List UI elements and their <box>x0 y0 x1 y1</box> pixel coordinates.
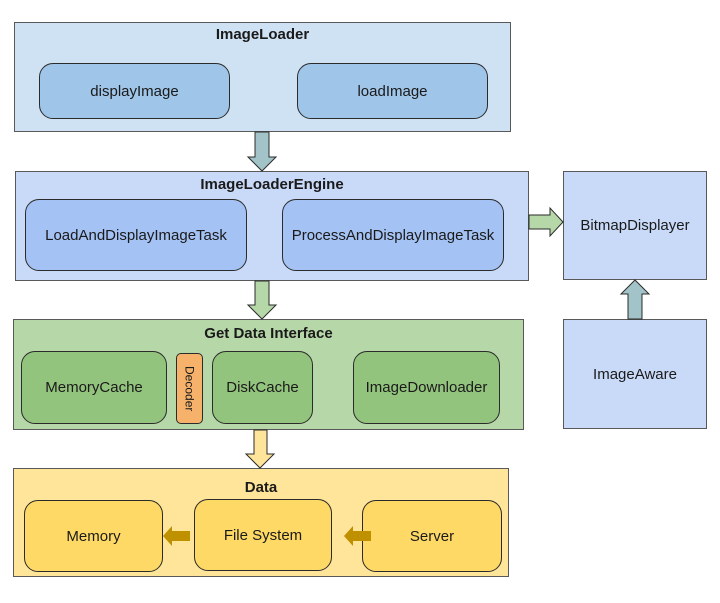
memory-node: Memory <box>24 500 163 572</box>
get-data-interface-group: Get Data Interface MemoryCache Decoder D… <box>13 319 524 430</box>
bitmap-displayer-node: BitmapDisplayer <box>563 171 707 280</box>
load-and-display-image-task-node: LoadAndDisplayImageTask <box>25 199 247 271</box>
image-loader-engine-title: ImageLoaderEngine <box>200 176 344 193</box>
file-system-node: File System <box>194 499 332 571</box>
arrow-get-data-to-data <box>244 429 276 469</box>
image-downloader-node: ImageDownloader <box>353 351 500 424</box>
image-loader-title: ImageLoader <box>215 26 310 43</box>
display-image-node: displayImage <box>39 63 230 119</box>
arrow-image-aware-to-bitmap-displayer <box>619 279 651 320</box>
image-loader-engine-group: ImageLoaderEngine LoadAndDisplayImageTas… <box>15 171 529 281</box>
arrow-engine-to-bitmap-displayer <box>528 206 564 238</box>
image-loader-group: ImageLoader displayImage loadImage <box>14 22 511 132</box>
decoder-label: Decoder <box>182 365 197 412</box>
decoder-node: Decoder <box>176 353 203 424</box>
arrow-loader-to-engine <box>246 131 278 172</box>
process-and-display-image-task-node: ProcessAndDisplayImageTask <box>282 199 504 271</box>
image-aware-node: ImageAware <box>563 319 707 429</box>
memory-cache-node: MemoryCache <box>21 351 167 424</box>
disk-cache-node: DiskCache <box>212 351 313 424</box>
server-node: Server <box>362 500 502 572</box>
data-group: Data Memory File System Server <box>13 468 509 577</box>
arrow-engine-to-get-data <box>246 280 278 320</box>
load-image-node: loadImage <box>297 63 488 119</box>
data-title: Data <box>244 479 278 496</box>
get-data-interface-title: Get Data Interface <box>204 325 333 342</box>
